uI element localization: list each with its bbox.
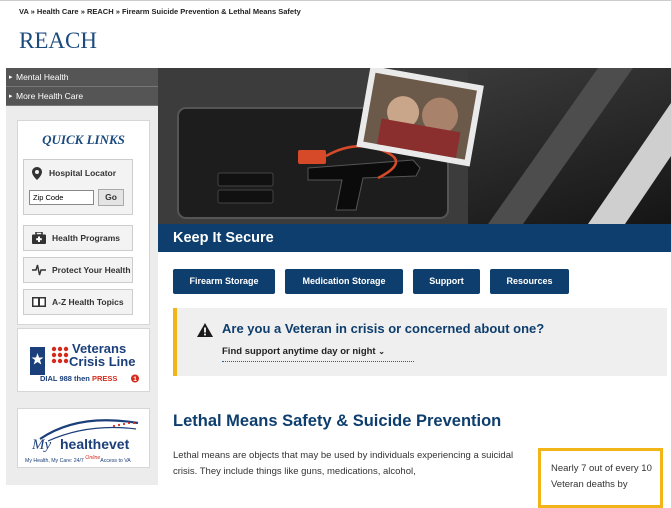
sidebar-item-mental-health[interactable]: Mental Health	[6, 68, 158, 87]
top-border	[0, 0, 671, 1]
veterans-crisis-line-banner[interactable]: Veterans Crisis Line DIAL 988 then PRESS…	[17, 328, 150, 392]
find-support-toggle[interactable]: Find support anytime day or night ⌄	[222, 346, 385, 357]
section-heading: Lethal Means Safety & Suicide Prevention	[173, 412, 502, 430]
svg-text:My Health, My Care: 24/7 Onlin: My Health, My Care: 24/7 OnlineAccess to…	[25, 455, 131, 464]
protect-your-health-label: Protect Your Health	[52, 265, 131, 275]
firearm-case-photo	[158, 68, 671, 224]
protect-your-health-button[interactable]: Protect Your Health	[23, 257, 133, 283]
warning-icon	[197, 323, 213, 337]
health-programs-label: Health Programs	[52, 233, 121, 243]
myhealthevet-logo: My healthevet My Health, My Care: 24/7 O…	[25, 419, 139, 464]
book-icon	[32, 297, 46, 307]
first-aid-kit-icon	[32, 232, 46, 244]
sidebar: Mental Health More Health Care QUICK LIN…	[6, 68, 158, 485]
go-button[interactable]: Go	[98, 189, 124, 206]
chevron-down-icon: ⌄	[378, 347, 385, 356]
section-body: Lethal means are objects that may be use…	[173, 450, 514, 477]
svg-text:healthevet: healthevet	[60, 436, 130, 452]
myhealthevet-banner[interactable]: My healthevet My Health, My Care: 24/7 O…	[17, 408, 150, 468]
veterans-crisis-line-logo: Veterans Crisis Line DIAL 988 then PRESS…	[30, 341, 139, 383]
keep-it-secure-banner: Keep It Secure	[158, 224, 671, 252]
hero-image	[158, 68, 671, 224]
svg-text:My: My	[31, 437, 51, 453]
find-support-label: Find support anytime day or night	[222, 346, 376, 357]
crisis-alert: Are you a Veteran in crisis or concerned…	[173, 308, 667, 376]
crisis-question: Are you a Veteran in crisis or concerned…	[222, 321, 545, 336]
dotted-underline	[222, 361, 414, 362]
tab-firearm-storage[interactable]: Firearm Storage	[173, 269, 275, 294]
svg-text:DIAL 988 then PRESS: DIAL 988 then PRESS	[40, 374, 117, 383]
hospital-locator: Hospital Locator Go	[23, 159, 133, 215]
health-programs-button[interactable]: Health Programs	[23, 225, 133, 251]
site-title[interactable]: REACH	[19, 28, 97, 54]
quick-links-panel: QUICK LINKS Hospital Locator Go Health P…	[17, 120, 150, 325]
breadcrumb[interactable]: VA » Health Care » REACH » Firearm Suici…	[19, 7, 301, 16]
tab-medication-storage[interactable]: Medication Storage	[285, 269, 403, 294]
sidebar-nav: Mental Health More Health Care	[6, 68, 158, 106]
quick-links-title: QUICK LINKS	[42, 132, 125, 147]
heartbeat-icon	[32, 264, 46, 276]
map-pin-icon	[32, 167, 42, 180]
a-z-health-topics-button[interactable]: A-Z Health Topics	[23, 289, 133, 315]
stat-callout: Nearly 7 out of every 10 Veteran deaths …	[538, 448, 663, 508]
zip-code-input[interactable]	[29, 190, 94, 205]
svg-text:1: 1	[133, 376, 137, 383]
tab-support[interactable]: Support	[413, 269, 480, 294]
tab-resources[interactable]: Resources	[490, 269, 569, 294]
a-z-health-topics-label: A-Z Health Topics	[52, 297, 124, 307]
sidebar-item-more-health-care[interactable]: More Health Care	[6, 87, 158, 106]
hospital-locator-label: Hospital Locator	[49, 168, 117, 178]
svg-text:Crisis Line: Crisis Line	[69, 354, 135, 369]
